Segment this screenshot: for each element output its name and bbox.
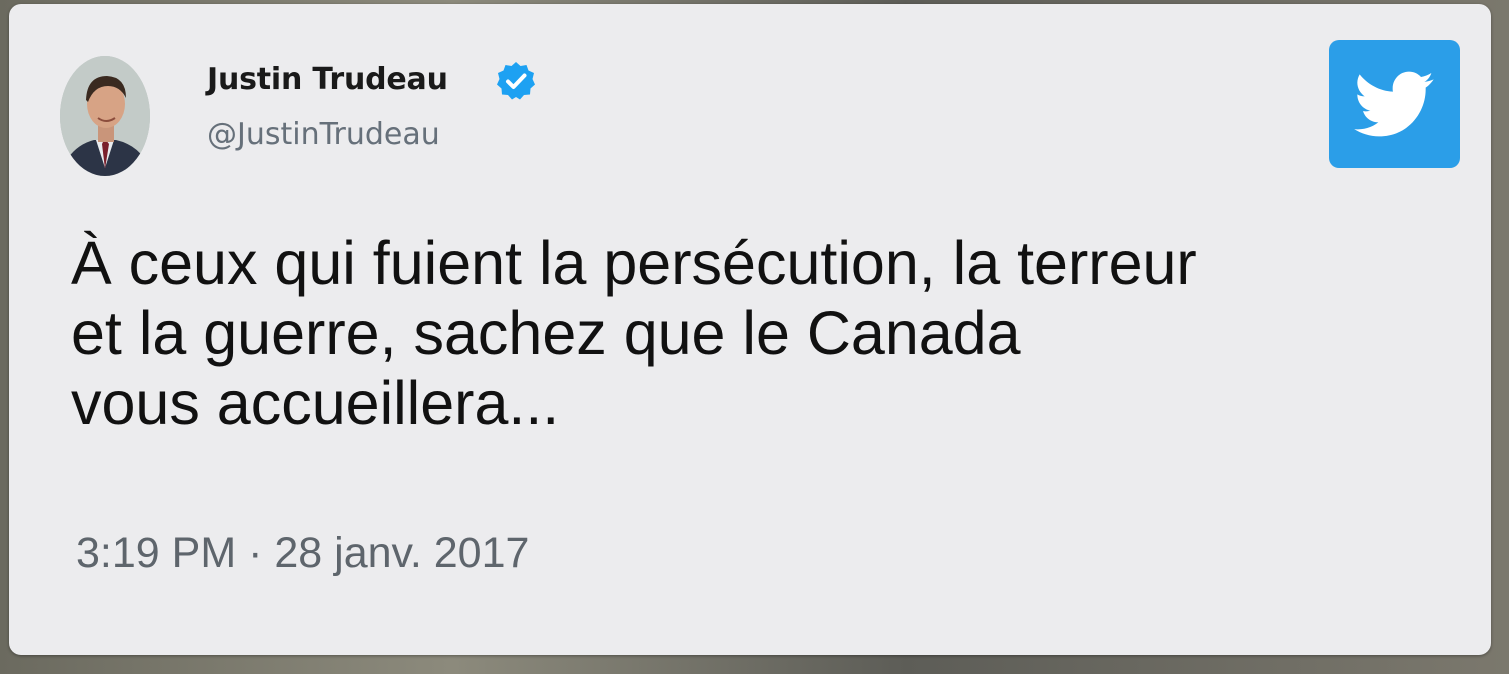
- avatar[interactable]: [60, 56, 150, 176]
- tweet-line: vous accueillera...: [71, 369, 560, 437]
- verified-badge-icon: [495, 60, 537, 102]
- profile-photo-icon: [60, 56, 150, 176]
- tweet-text: À ceux qui fuient la persécution, la ter…: [71, 228, 1391, 438]
- timestamp-separator: ·: [248, 529, 263, 577]
- author-name[interactable]: Justin Trudeau: [207, 62, 448, 97]
- tweet-date: 28 janv. 2017: [274, 529, 530, 577]
- tweet-line: À ceux qui fuient la persécution, la ter…: [71, 229, 1197, 297]
- tweet-time: 3:19 PM: [76, 529, 237, 577]
- tweet-card: Justin Trudeau @JustinTrudeau À ceux qui…: [9, 4, 1491, 655]
- author-handle[interactable]: @JustinTrudeau: [207, 117, 440, 152]
- tweet-timestamp[interactable]: 3:19 PM · 28 janv. 2017: [76, 529, 529, 578]
- twitter-logo-button[interactable]: [1329, 40, 1460, 168]
- twitter-bird-icon: [1354, 71, 1434, 137]
- tweet-line: et la guerre, sachez que le Canada: [71, 299, 1021, 367]
